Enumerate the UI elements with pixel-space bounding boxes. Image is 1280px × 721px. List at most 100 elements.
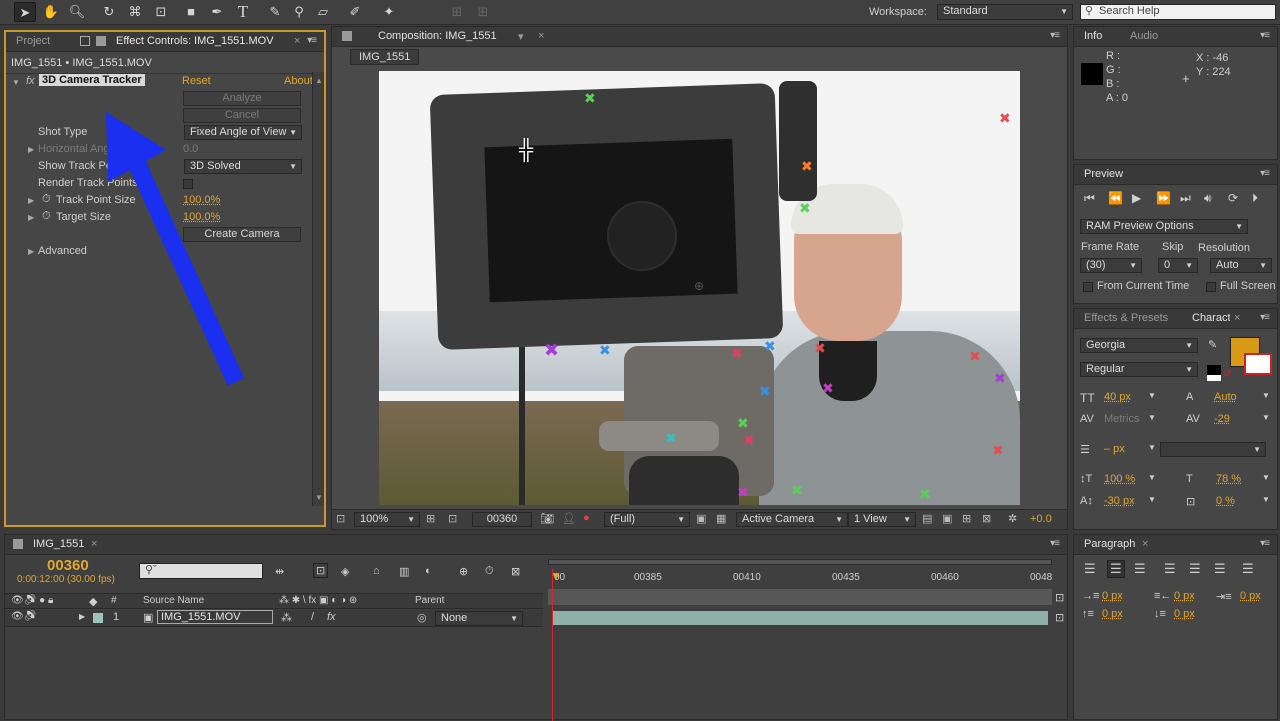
fit-icon[interactable]: ⊞ [426, 512, 435, 525]
comp-mini-flowchart-icon[interactable]: ⇹ [275, 565, 284, 578]
track-point-marker[interactable]: ✖ [919, 487, 931, 501]
playhead-line[interactable] [552, 569, 553, 721]
track-point-marker[interactable]: ✖ [801, 159, 813, 173]
track-point-marker[interactable]: ✖ [759, 384, 771, 398]
current-time-display[interactable]: 00360 [472, 512, 532, 527]
space-before-value[interactable]: 0 px [1102, 608, 1123, 620]
track-point-marker[interactable]: ✖ [992, 443, 1004, 457]
stroke-color-swatch[interactable] [1244, 353, 1272, 375]
camera-view-select[interactable]: Active Camera ▼ [736, 512, 848, 527]
tsume-value[interactable]: 0 % [1216, 495, 1235, 507]
tab-info[interactable]: Info [1084, 30, 1102, 42]
selection-tool-icon[interactable]: ➤ [14, 2, 36, 22]
last-frame-icon[interactable]: ⏭ [1180, 191, 1191, 206]
eyedropper-icon[interactable]: ✎ [1208, 338, 1217, 351]
font-size-value[interactable]: 40 px [1104, 391, 1131, 403]
chevron-down-icon[interactable]: ▼ [1262, 473, 1270, 482]
black-swatch[interactable] [1207, 365, 1221, 375]
tab-paragraph[interactable]: Paragraph [1084, 538, 1135, 550]
track-point-marker[interactable]: ✖ [665, 431, 677, 445]
panel-menu-icon[interactable]: ▾≡ [1260, 168, 1270, 179]
track-point-marker[interactable]: ✖ [584, 91, 596, 105]
brush-tool-icon[interactable]: ✎ [264, 2, 286, 22]
current-time[interactable]: 00360 [47, 557, 89, 574]
channel-icon[interactable]: ● [583, 512, 590, 524]
grid-icon[interactable]: ⊡ [448, 512, 457, 525]
tab-effects-presets[interactable]: Effects & Presets [1084, 312, 1168, 324]
close-icon[interactable]: × [1142, 538, 1148, 550]
font-style-select[interactable]: Regular ▼ [1080, 362, 1198, 377]
tab-preview[interactable]: Preview [1084, 168, 1123, 180]
first-frame-icon[interactable]: ⏮ [1084, 191, 1095, 206]
pen-tool-icon[interactable]: ✒ [206, 2, 228, 22]
toggle-pixel-aspect-icon[interactable]: ▤ [922, 512, 932, 525]
auto-keyframe-icon[interactable]: ⊕ [459, 565, 468, 578]
tab-composition[interactable]: Composition: IMG_1551 [378, 30, 497, 42]
loop-icon[interactable]: ⟳ [1228, 191, 1238, 205]
panel-menu-icon[interactable]: ▾≡ [1260, 30, 1270, 41]
track-point-marker[interactable]: ✖ [764, 339, 776, 353]
fast-previews-icon[interactable]: ▣ [942, 512, 952, 525]
column-parent[interactable]: Parent [415, 595, 444, 606]
layer-row[interactable]: 👁︎🔊︎ ▶ 1 ▣ IMG_1551.MOV ⁂ / fx ◎ None ▼ [5, 610, 543, 627]
track-point-marker[interactable]: ✖ [799, 201, 811, 215]
vertical-scale-value[interactable]: 100 % [1104, 473, 1135, 485]
motion-blur-icon[interactable]: ▥ [399, 565, 409, 578]
parent-select[interactable]: None ▼ [435, 611, 523, 626]
composition-subtab[interactable]: IMG_1551 [350, 49, 420, 65]
frame-blending-icon[interactable]: ⌂ [373, 565, 380, 577]
white-swatch[interactable] [1207, 375, 1221, 381]
no-fill-icon[interactable]: ⧄ [1224, 367, 1231, 380]
chevron-down-icon[interactable]: ▼ [1262, 495, 1270, 504]
indent-left-value[interactable]: 0 px [1102, 590, 1123, 602]
rotate-tool-icon[interactable]: ↻ [98, 2, 120, 22]
flowchart-icon[interactable]: ⊠ [982, 512, 991, 525]
time-ruler[interactable]: 00 00385 00410 00435 00460 0048 ▼ [548, 555, 1052, 611]
justify-center-icon[interactable]: ☰ [1189, 561, 1201, 577]
expand-triangle-icon[interactable]: ▼ [12, 78, 20, 87]
full-screen-checkbox[interactable] [1206, 282, 1216, 292]
shy-switch-icon[interactable]: ⁂ [281, 611, 292, 624]
tab-timeline[interactable]: IMG_1551 [33, 538, 84, 550]
track-point-marker[interactable]: ✖ [822, 381, 834, 395]
tab-audio[interactable]: Audio [1130, 30, 1158, 42]
puppet-pin-tool-icon[interactable]: ✦ [378, 2, 400, 22]
stopwatch-icon[interactable]: ⏱ [42, 193, 51, 206]
lock-icon[interactable] [80, 36, 90, 46]
track-point-marker[interactable]: ✖ [994, 371, 1006, 385]
next-frame-icon[interactable]: ⏩ [1156, 191, 1171, 205]
transparency-grid-icon[interactable]: ▦ [716, 512, 726, 525]
navigator-bar[interactable] [548, 589, 1052, 605]
track-point-marker[interactable]: ✖ [731, 346, 743, 360]
close-icon[interactable]: × [1234, 312, 1240, 324]
chevron-down-icon[interactable]: ▼ [1148, 443, 1156, 452]
mute-audio-icon[interactable]: 🔊︎ [1204, 191, 1212, 206]
scrollbar[interactable]: ▲ ▼ [312, 72, 324, 506]
advanced-label[interactable]: Advanced [38, 245, 87, 257]
timeline-icon[interactable]: ⊞ [962, 512, 971, 525]
justify-left-icon[interactable]: ☰ [1164, 561, 1176, 577]
skip-select[interactable]: 0 ▼ [1158, 258, 1198, 273]
ram-preview-icon[interactable]: ⏵ [1252, 191, 1258, 206]
track-point-marker[interactable]: ✖ [814, 341, 826, 355]
draft-3d-icon[interactable]: ⊡ [313, 563, 329, 578]
view-layout-select[interactable]: 1 View ▼ [848, 512, 916, 527]
panel-menu-icon[interactable]: ▾≡ [1050, 538, 1060, 549]
hand-tool-icon[interactable]: ✋ [40, 2, 62, 22]
comp-button-icon[interactable]: ⊡ [1055, 591, 1064, 604]
stopwatch-icon[interactable]: ⏱ [42, 210, 51, 223]
search-help-input[interactable]: ⚲ Search Help [1080, 4, 1276, 20]
chevron-down-icon[interactable]: ▼ [1262, 391, 1270, 400]
quality-switch-icon[interactable]: / [311, 611, 314, 623]
track-point-marker[interactable]: ✖ [791, 483, 803, 497]
chevron-down-icon[interactable]: ▼ [1148, 391, 1156, 400]
chevron-down-icon[interactable]: ▼ [1148, 495, 1156, 504]
expand-triangle-icon[interactable]: ▶ [28, 247, 34, 256]
justify-all-icon[interactable]: ☰ [1242, 561, 1254, 577]
from-current-time-checkbox[interactable] [1083, 282, 1093, 292]
type-tool-icon[interactable]: T [232, 2, 254, 22]
tracking-value[interactable]: -29 [1214, 413, 1230, 425]
camera-tool-icon[interactable]: ⌘ [124, 2, 146, 22]
indent-right-value[interactable]: 0 px [1174, 590, 1195, 602]
pickwhip-icon[interactable]: ◎ [417, 611, 427, 624]
